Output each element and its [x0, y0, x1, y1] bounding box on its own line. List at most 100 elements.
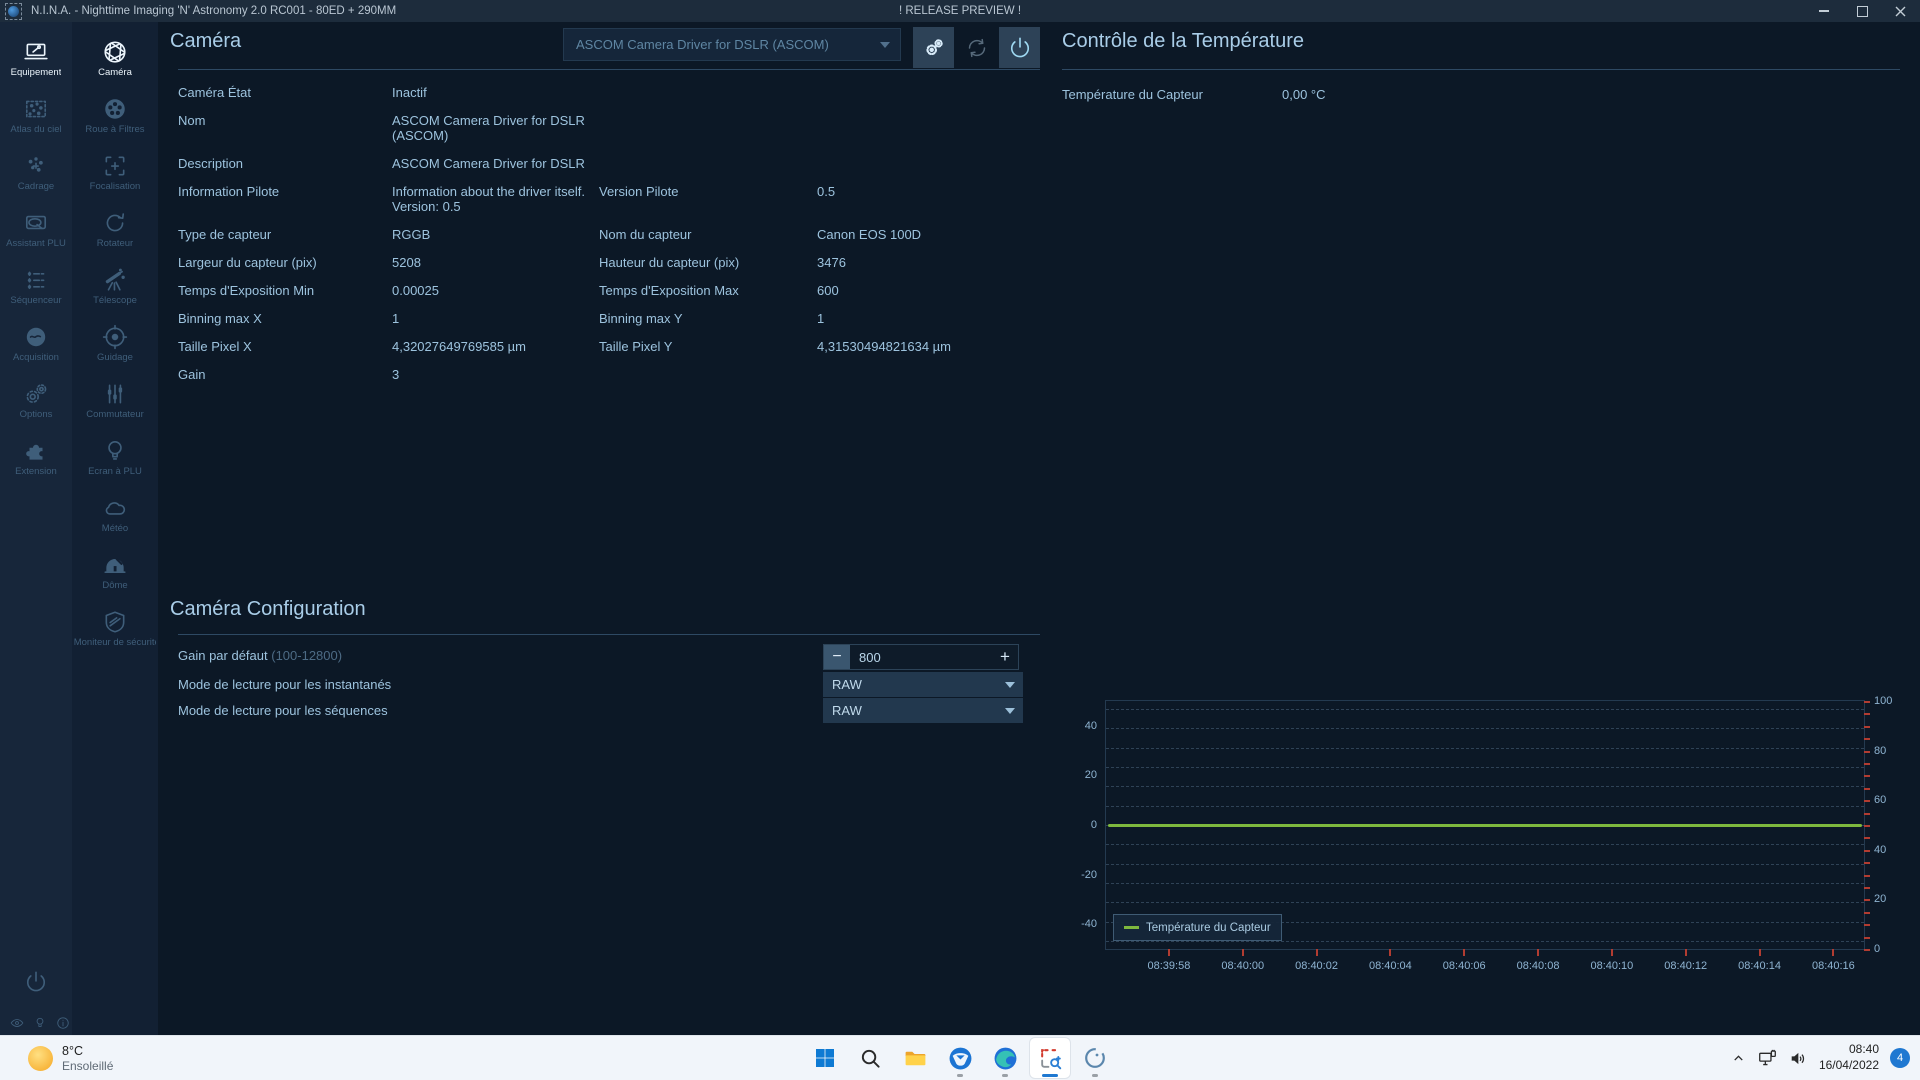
- shield-icon: [102, 609, 128, 635]
- taskbar-nina-app-icon[interactable]: [1075, 1038, 1115, 1078]
- x-axis-label: 08:39:58: [1147, 960, 1191, 972]
- gain-value-input[interactable]: 800: [850, 645, 992, 669]
- gain-increment-button[interactable]: +: [992, 645, 1018, 669]
- sidebar-item-label: Équipement: [10, 68, 62, 78]
- equipment-tab-rotateur[interactable]: Rotateur: [72, 201, 158, 258]
- x-axis-tickmark: [1610, 949, 1613, 956]
- x-axis-label: 08:40:16: [1811, 960, 1855, 972]
- equipment-tab-guidage[interactable]: Guidage: [72, 315, 158, 372]
- x-axis-tickmark: [1315, 949, 1318, 956]
- temperature-header-divider: [1062, 69, 1900, 70]
- taskbar-file-explorer-icon[interactable]: [895, 1038, 935, 1078]
- camera-settings-button[interactable]: [913, 27, 954, 68]
- tray-chevron-up-icon[interactable]: [1731, 1051, 1746, 1066]
- notification-badge[interactable]: 4: [1890, 1048, 1910, 1068]
- eye-icon[interactable]: [10, 1016, 24, 1030]
- sidebar-item-equipement[interactable]: Équipement: [0, 30, 72, 87]
- info-icon[interactable]: [56, 1016, 70, 1030]
- right-axis-tick: 0: [1874, 943, 1881, 955]
- equipment-tab-dome[interactable]: Dôme: [72, 543, 158, 600]
- nina-logo-icon: [5, 2, 22, 20]
- aperture-icon: [102, 39, 128, 65]
- info-value: ASCOM Camera Driver for DSLR: [392, 156, 585, 171]
- taskbar-thunderbird-icon[interactable]: [940, 1038, 980, 1078]
- info-label: Type de capteur: [178, 227, 272, 242]
- snapshot-readout-label: Mode de lecture pour les instantanés: [178, 677, 392, 692]
- weather-icon: [102, 495, 128, 521]
- equipment-tab-camera[interactable]: Caméra: [72, 30, 158, 87]
- snapshot-readout-dropdown[interactable]: RAW: [823, 672, 1023, 697]
- equipment-tab-moniteur-de-securite[interactable]: Moniteur de sécurité: [72, 600, 158, 657]
- camera-device-selector[interactable]: ASCOM Camera Driver for DSLR (ASCOM): [563, 28, 901, 61]
- equipment-tab-meteo[interactable]: Météo: [72, 486, 158, 543]
- equipment-tab-commutateur[interactable]: Commutateur: [72, 372, 158, 429]
- equipment-tab-label: Roue à Filtres: [85, 125, 145, 135]
- equipment-tab-telescope[interactable]: Télescope: [72, 258, 158, 315]
- x-axis-tickmark: [1684, 949, 1687, 956]
- sidebar-item-label: Acquisition: [13, 353, 59, 363]
- release-preview-banner: ! RELEASE PREVIEW !: [898, 5, 1022, 17]
- maximize-button[interactable]: [1856, 5, 1868, 17]
- taskbar-screenshot-tool-icon[interactable]: [1030, 1038, 1070, 1078]
- laptop-plug-icon: [23, 39, 49, 65]
- info-label: [599, 108, 817, 151]
- sidebar-item-sequenceur[interactable]: Séquenceur: [0, 258, 72, 315]
- chart-legend: Température du Capteur: [1113, 914, 1282, 941]
- telescope-icon: [102, 267, 128, 293]
- right-axis-tickmark: [1864, 701, 1870, 703]
- sequence-readout-dropdown[interactable]: RAW: [823, 698, 1023, 723]
- chart-gridline: [1106, 786, 1864, 788]
- connect-camera-button[interactable]: [999, 27, 1040, 68]
- legend-line-sample: [1124, 926, 1139, 929]
- bulb-icon[interactable]: [33, 1016, 47, 1030]
- clock-widget[interactable]: 08:40 16/04/2022: [1819, 1042, 1879, 1073]
- info-label: Version Pilote: [599, 184, 679, 199]
- chart-gridline: [1106, 728, 1864, 730]
- chart-gridline: [1106, 844, 1864, 846]
- taskbar-search-icon[interactable]: [850, 1038, 890, 1078]
- info-label: Caméra État: [178, 85, 251, 100]
- taskbar-edge-icon[interactable]: [985, 1038, 1025, 1078]
- network-icon[interactable]: [1757, 1049, 1778, 1068]
- sidebar-item-assistant-plu[interactable]: Assistant PLU: [0, 201, 72, 258]
- temperature-panel-title: Contrôle de la Température: [1062, 30, 1304, 52]
- speaker-icon[interactable]: [1789, 1050, 1808, 1067]
- info-value: [817, 80, 1040, 108]
- info-label: Nom du capteur: [599, 227, 692, 242]
- right-axis-tickmark: [1864, 738, 1870, 741]
- chevron-down-icon: [880, 41, 890, 48]
- framing-icon: [23, 153, 49, 179]
- equipment-tab-roue-a-filtres[interactable]: Roue à Filtres: [72, 87, 158, 144]
- info-label: Temps d'Exposition Max: [599, 283, 739, 298]
- close-button[interactable]: [1894, 5, 1906, 17]
- x-axis-label: 08:40:00: [1221, 960, 1265, 972]
- info-label: [599, 362, 817, 390]
- sidebar-item-acquisition[interactable]: Acquisition: [0, 315, 72, 372]
- sidebar-item-options[interactable]: Options: [0, 372, 72, 429]
- weather-temperature: 8°C: [62, 1043, 83, 1058]
- sidebar-item-extension[interactable]: Extension: [0, 429, 72, 486]
- gain-decrement-button[interactable]: −: [824, 645, 850, 669]
- equipment-tab-ecran-a-plu[interactable]: Écran à PLU: [72, 429, 158, 486]
- weather-widget[interactable]: 8°C Ensoleillé: [28, 1036, 113, 1080]
- exit-power-icon[interactable]: [23, 963, 49, 1006]
- x-axis-label: 08:40:06: [1442, 960, 1486, 972]
- right-axis-tickmark: [1864, 713, 1870, 716]
- minimize-button[interactable]: [1818, 5, 1830, 17]
- info-label: Nom: [178, 113, 206, 128]
- right-axis-tick: 40: [1874, 843, 1887, 856]
- sidebar-item-cadrage[interactable]: Cadrage: [0, 144, 72, 201]
- rescan-devices-button[interactable]: [956, 27, 997, 68]
- rotator-icon: [102, 210, 128, 236]
- info-label: Description: [178, 156, 244, 171]
- chart-gridline: [1106, 902, 1864, 904]
- right-axis-tickmark: [1864, 763, 1870, 765]
- taskbar-windows-start-icon[interactable]: [805, 1038, 845, 1078]
- info-label: Taille Pixel Y: [599, 339, 673, 354]
- dome-icon: [102, 552, 128, 578]
- sky-atlas-icon: [23, 96, 49, 122]
- equipment-tab-focalisation[interactable]: Focalisation: [72, 144, 158, 201]
- equipment-tab-label: Télescope: [93, 296, 137, 306]
- chart-gridline: [1106, 709, 1864, 710]
- sidebar-item-atlas-du-ciel[interactable]: Atlas du ciel: [0, 87, 72, 144]
